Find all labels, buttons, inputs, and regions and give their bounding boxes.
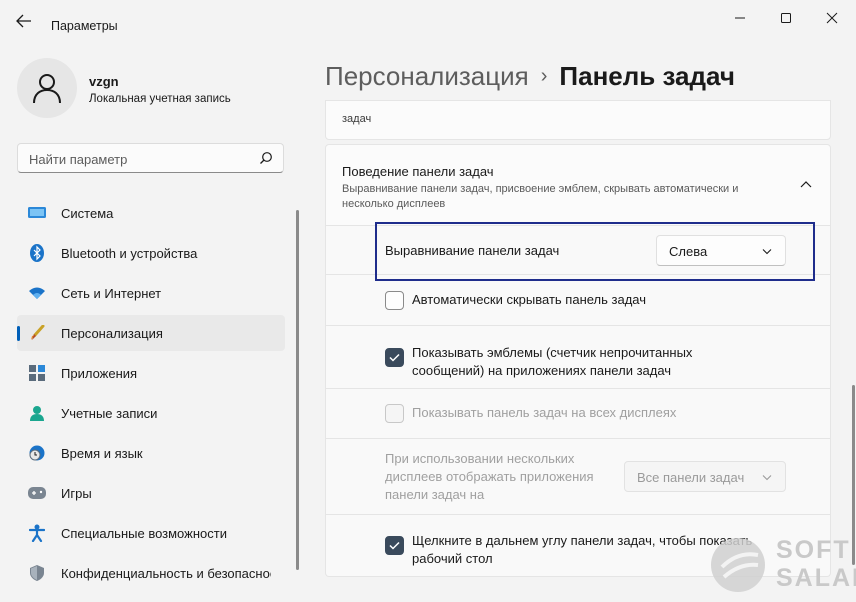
search-icon[interactable] bbox=[259, 151, 273, 165]
app-title: Параметры bbox=[51, 19, 118, 33]
sidebar-item-label: Игры bbox=[61, 486, 92, 501]
multi-display-value: Все панели задач bbox=[637, 470, 745, 485]
person-icon bbox=[33, 74, 61, 104]
section-description: Выравнивание панели задач, присвоение эм… bbox=[342, 183, 739, 210]
back-arrow-icon[interactable] bbox=[14, 12, 34, 30]
watermark-text-salad: SALAD bbox=[776, 564, 856, 592]
sidebar-item-privacy[interactable]: Конфиденциальность и безопасность bbox=[17, 555, 285, 591]
main-scrollbar[interactable] bbox=[852, 385, 855, 565]
clock-globe-icon bbox=[28, 445, 46, 461]
monitor-icon bbox=[28, 205, 46, 221]
minimize-icon[interactable] bbox=[726, 6, 754, 30]
sidebar-item-label: Bluetooth и устройства bbox=[61, 246, 198, 261]
user-name: vzgn bbox=[89, 74, 119, 89]
accessibility-icon bbox=[28, 524, 46, 542]
sidebar-item-accounts[interactable]: Учетные записи bbox=[17, 395, 285, 431]
search-placeholder: Найти параметр bbox=[29, 152, 128, 167]
all-displays-checkbox[interactable] bbox=[385, 404, 404, 423]
sidebar-nav: Система Bluetooth и устройства Сеть и Ин… bbox=[17, 195, 285, 595]
sidebar-item-label: Время и язык bbox=[61, 446, 143, 461]
auto-hide-row: Автоматически скрывать панель задач bbox=[325, 275, 831, 326]
badges-row: Показывать эмблемы (счетчик непрочитанны… bbox=[325, 326, 831, 389]
avatar[interactable] bbox=[17, 58, 77, 118]
shield-icon bbox=[28, 565, 46, 581]
badges-label: Показывать эмблемы (счетчик непрочитанны… bbox=[412, 345, 693, 378]
watermark-text-soft: SOFT bbox=[776, 536, 851, 564]
person-icon bbox=[28, 405, 46, 421]
sidebar-item-label: Специальные возможности bbox=[61, 526, 227, 541]
annotation-highlight-box bbox=[375, 222, 815, 281]
breadcrumb: Персонализация › Панель задач bbox=[325, 61, 735, 92]
previous-section-text: задач bbox=[342, 113, 372, 125]
multi-display-dropdown[interactable]: Все панели задач bbox=[624, 461, 786, 492]
sidebar-item-label: Учетные записи bbox=[61, 406, 158, 421]
sidebar-item-gaming[interactable]: Игры bbox=[17, 475, 285, 511]
auto-hide-checkbox[interactable] bbox=[385, 291, 404, 310]
chevron-up-icon[interactable] bbox=[800, 180, 812, 190]
account-type: Локальная учетная запись bbox=[89, 93, 231, 105]
breadcrumb-parent[interactable]: Персонализация bbox=[325, 61, 529, 91]
bluetooth-icon bbox=[28, 244, 46, 262]
previous-section-card: задач bbox=[325, 100, 831, 140]
gamepad-icon bbox=[28, 485, 46, 501]
sidebar-item-apps[interactable]: Приложения bbox=[17, 355, 285, 391]
sidebar-scrollbar[interactable] bbox=[296, 210, 299, 570]
title-bar: Параметры bbox=[0, 0, 856, 40]
sidebar-item-time-language[interactable]: Время и язык bbox=[17, 435, 285, 471]
multi-display-row: При использовании нескольких дисплеев от… bbox=[325, 439, 831, 515]
apps-icon bbox=[28, 365, 46, 381]
chevron-down-icon bbox=[762, 475, 772, 481]
all-displays-row: Показывать панель задач на всех дисплеях bbox=[325, 389, 831, 439]
all-displays-label: Показывать панель задач на всех дисплеях bbox=[412, 405, 677, 420]
multi-display-label: При использовании нескольких дисплеев от… bbox=[385, 451, 594, 502]
show-desktop-checkbox[interactable] bbox=[385, 536, 404, 555]
sidebar-item-system[interactable]: Система bbox=[17, 195, 285, 231]
sidebar-item-bluetooth[interactable]: Bluetooth и устройства bbox=[17, 235, 285, 271]
search-input[interactable]: Найти параметр bbox=[17, 143, 284, 173]
sidebar-item-label: Сеть и Интернет bbox=[61, 286, 162, 301]
taskbar-behaviors-section-header[interactable]: Поведение панели задач Выравнивание пане… bbox=[325, 144, 831, 226]
maximize-icon[interactable] bbox=[772, 6, 800, 30]
sidebar-item-label: Персонализация bbox=[61, 326, 163, 341]
sidebar-item-label: Конфиденциальность и безопасность bbox=[61, 566, 271, 581]
sidebar-item-network[interactable]: Сеть и Интернет bbox=[17, 275, 285, 311]
badges-checkbox[interactable] bbox=[385, 348, 404, 367]
section-title: Поведение панели задач bbox=[342, 164, 494, 179]
auto-hide-label: Автоматически скрывать панель задач bbox=[412, 292, 647, 307]
breadcrumb-separator: › bbox=[540, 65, 548, 87]
sidebar-item-label: Приложения bbox=[61, 366, 138, 381]
wifi-icon bbox=[28, 285, 46, 301]
sidebar-item-label: Система bbox=[61, 206, 114, 221]
brush-icon bbox=[28, 325, 46, 341]
checkmark-icon bbox=[389, 541, 400, 550]
sidebar-item-accessibility[interactable]: Специальные возможности bbox=[17, 515, 285, 551]
page-title: Панель задач bbox=[559, 61, 735, 91]
sidebar-item-personalization[interactable]: Персонализация bbox=[17, 315, 285, 351]
close-icon[interactable] bbox=[818, 6, 846, 30]
checkmark-icon bbox=[389, 353, 400, 362]
